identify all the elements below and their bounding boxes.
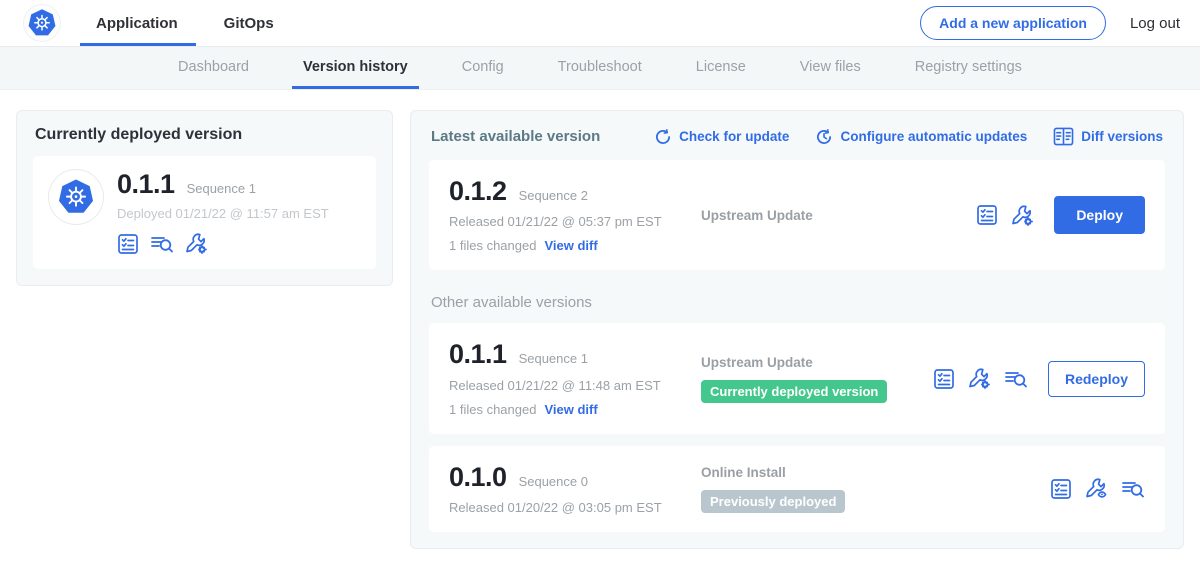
redeploy-button[interactable]: Redeploy <box>1048 361 1145 397</box>
view-diff-link[interactable]: View diff <box>544 402 597 417</box>
version-label: 0.1.2 <box>449 177 507 205</box>
subnav-tab-version-history[interactable]: Version history <box>276 47 435 89</box>
checklist-icon[interactable] <box>933 368 955 390</box>
version-source-label: Online Install <box>701 465 1050 480</box>
app-subnav: Dashboard Version history Config Trouble… <box>0 47 1200 90</box>
check-for-update-label: Check for update <box>679 129 789 144</box>
currently-deployed-badge: Currently deployed version <box>701 380 887 403</box>
currently-deployed-title: Currently deployed version <box>35 126 376 144</box>
sequence-label: Sequence 0 <box>519 474 588 489</box>
add-application-button[interactable]: Add a new application <box>920 6 1106 40</box>
app-header: Application GitOps Add a new application… <box>0 0 1200 47</box>
deployed-timestamp: Deployed 01/21/22 @ 11:57 am EST <box>117 206 329 221</box>
header-tab-gitops[interactable]: GitOps <box>222 0 276 46</box>
check-for-update-link[interactable]: Check for update <box>654 127 789 146</box>
subnav-tab-troubleshoot[interactable]: Troubleshoot <box>531 47 669 89</box>
wrench-eye-icon[interactable] <box>1085 477 1108 500</box>
deployed-sequence-label: Sequence 1 <box>187 181 256 196</box>
version-source-label: Upstream Update <box>701 355 933 370</box>
subnav-tab-registry-settings[interactable]: Registry settings <box>888 47 1049 89</box>
checklist-icon[interactable] <box>1050 478 1072 500</box>
refresh-icon <box>654 128 672 146</box>
configure-automatic-updates-label: Configure automatic updates <box>840 129 1027 144</box>
logout-button[interactable]: Log out <box>1130 15 1180 32</box>
diff-icon <box>1053 127 1074 146</box>
version-card-0-1-0: 0.1.0 Sequence 0 Released 01/20/22 @ 03:… <box>429 446 1165 532</box>
diff-versions-label: Diff versions <box>1081 129 1163 144</box>
version-source-label: Upstream Update <box>701 208 976 223</box>
released-timestamp: Released 01/20/22 @ 03:05 pm EST <box>449 500 701 515</box>
diff-versions-link[interactable]: Diff versions <box>1053 127 1163 146</box>
version-card-0-1-2: 0.1.2 Sequence 2 Released 01/21/22 @ 05:… <box>429 160 1165 270</box>
wrench-gear-icon[interactable] <box>185 232 208 255</box>
previously-deployed-badge: Previously deployed <box>701 490 845 513</box>
version-label: 0.1.0 <box>449 463 507 491</box>
subnav-tab-license[interactable]: License <box>669 47 773 89</box>
version-label: 0.1.1 <box>449 340 507 368</box>
main-content: Currently deployed version 0.1.1 Sequenc… <box>0 90 1200 569</box>
logs-icon[interactable] <box>1121 478 1145 500</box>
wrench-gear-icon[interactable] <box>968 367 991 390</box>
latest-available-title: Latest available version <box>431 128 600 145</box>
version-card-0-1-1: 0.1.1 Sequence 1 Released 01/21/22 @ 11:… <box>429 323 1165 433</box>
released-timestamp: Released 01/21/22 @ 05:37 pm EST <box>449 214 701 229</box>
logs-icon[interactable] <box>1004 368 1028 390</box>
version-history-panel: Latest available version Check for updat… <box>410 110 1184 549</box>
logs-icon[interactable] <box>150 233 174 255</box>
subnav-tab-config[interactable]: Config <box>435 47 531 89</box>
app-kubernetes-logo-icon <box>49 170 103 224</box>
other-available-title: Other available versions <box>431 294 1163 311</box>
checklist-icon[interactable] <box>117 233 139 255</box>
files-changed-label: 1 files changed <box>449 402 536 417</box>
wrench-gear-icon[interactable] <box>1011 204 1034 227</box>
view-diff-link[interactable]: View diff <box>544 238 597 253</box>
deployed-version-card: 0.1.1 Sequence 1 Deployed 01/21/22 @ 11:… <box>33 156 376 269</box>
files-changed-label: 1 files changed <box>449 238 536 253</box>
schedule-icon <box>815 128 833 146</box>
header-tab-application[interactable]: Application <box>94 0 180 46</box>
subnav-tab-view-files[interactable]: View files <box>773 47 888 89</box>
sequence-label: Sequence 2 <box>519 188 588 203</box>
released-timestamp: Released 01/21/22 @ 11:48 am EST <box>449 378 701 393</box>
checklist-icon[interactable] <box>976 204 998 226</box>
deployed-version-label: 0.1.1 <box>117 170 175 198</box>
subnav-tab-dashboard[interactable]: Dashboard <box>151 47 276 89</box>
kubernetes-logo-icon <box>24 5 60 41</box>
sequence-label: Sequence 1 <box>519 351 588 366</box>
currently-deployed-panel: Currently deployed version 0.1.1 Sequenc… <box>16 110 393 286</box>
configure-automatic-updates-link[interactable]: Configure automatic updates <box>815 127 1027 146</box>
deploy-button[interactable]: Deploy <box>1054 196 1145 234</box>
